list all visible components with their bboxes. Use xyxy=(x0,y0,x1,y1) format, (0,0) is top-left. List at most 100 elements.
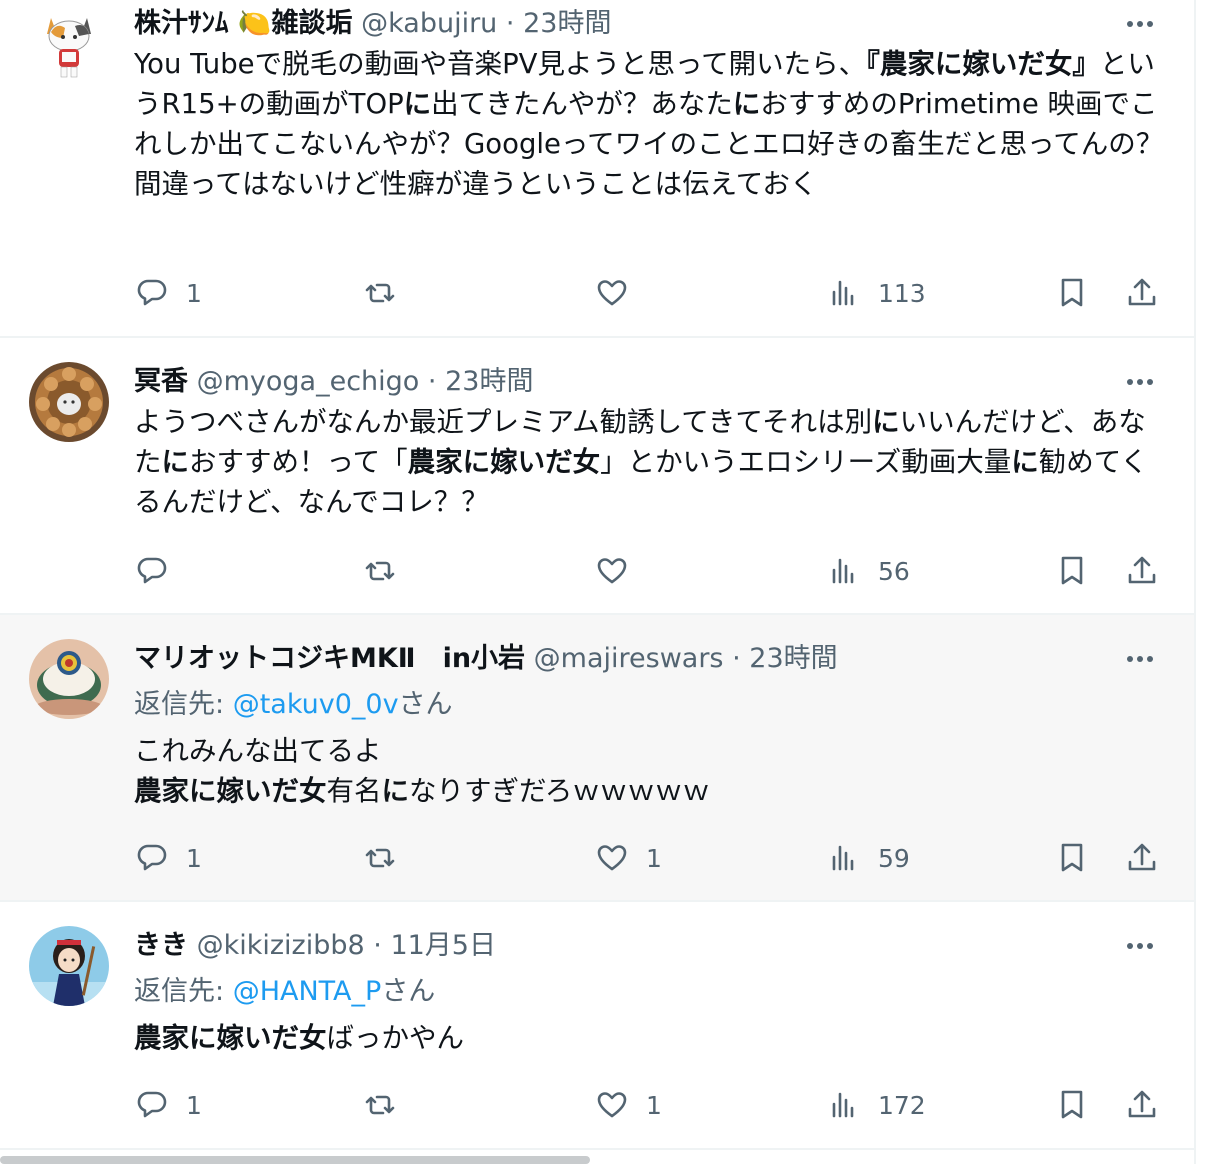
more-dots-icon[interactable] xyxy=(1122,364,1158,400)
text-segment: ばっかやん xyxy=(326,1022,465,1054)
more-dots-icon[interactable] xyxy=(1122,641,1158,677)
reply-button[interactable]: 1 xyxy=(134,1080,202,1130)
like-button[interactable] xyxy=(594,546,646,596)
share-button[interactable] xyxy=(1124,268,1160,318)
display-name[interactable]: きき xyxy=(134,930,188,961)
user-handle[interactable]: @kikizizibb8 xyxy=(197,930,365,961)
views-bar-chart-icon xyxy=(826,840,862,876)
like-count: 1 xyxy=(646,1090,662,1120)
tweet-actions: 1 1 172 xyxy=(134,1080,1164,1130)
text-segment: ようつべさんがなんか最近プレミアム勧誘してきてそれは別 xyxy=(134,406,873,438)
timestamp[interactable]: 11月5日 xyxy=(390,930,496,961)
views-button[interactable]: 56 xyxy=(826,546,910,596)
share-button[interactable] xyxy=(1124,1080,1160,1130)
bold-text: に xyxy=(381,775,410,807)
reply-count: 1 xyxy=(186,278,202,308)
avatar[interactable] xyxy=(29,639,109,719)
reply-context: 返信先: @HANTA_Pさん xyxy=(134,972,1164,1012)
bookmark-icon xyxy=(1054,275,1090,311)
bold-text: に xyxy=(872,406,900,438)
tweet-header: 冥香 @myoga_echigo · 23時間 xyxy=(134,362,1164,402)
retweet-button[interactable] xyxy=(362,833,414,883)
tweet[interactable]: 株汁ｻﾝﾑ 🍋雑談垢 @kabujiru · 23時間 You Tubeで脱毛の… xyxy=(0,0,1194,338)
tweet-text: 農家に嫁いだ女ばっかやん xyxy=(134,1018,1164,1058)
views-button[interactable]: 172 xyxy=(826,1080,926,1130)
bookmark-button[interactable] xyxy=(1054,1080,1090,1130)
views-button[interactable]: 59 xyxy=(826,833,910,883)
share-upload-icon xyxy=(1124,553,1160,589)
reply-mention-link[interactable]: @HANTA_P xyxy=(233,976,382,1007)
retweet-button[interactable] xyxy=(362,1080,414,1130)
reply-bubble-icon xyxy=(134,275,170,311)
display-name[interactable]: 株汁ｻﾝﾑ 🍋雑談垢 xyxy=(134,8,353,39)
bold-text: 農家に嫁いだ女 xyxy=(407,446,601,478)
retweet-button[interactable] xyxy=(362,268,414,318)
reply-suffix: さん xyxy=(398,689,453,720)
views-button[interactable]: 113 xyxy=(826,268,926,318)
views-count: 113 xyxy=(878,278,926,308)
display-name[interactable]: 冥香 xyxy=(134,366,188,397)
share-upload-icon xyxy=(1124,840,1160,876)
display-name[interactable]: マリオットコジキMKⅡ in小岩 xyxy=(134,643,525,674)
more-dots-icon[interactable] xyxy=(1122,6,1158,42)
reply-button[interactable]: 1 xyxy=(134,833,202,883)
avatar[interactable] xyxy=(29,4,109,84)
avatar[interactable] xyxy=(29,362,109,442)
tweet[interactable]: 冥香 @myoga_echigo · 23時間 ようつべさんがなんか最近プレミア… xyxy=(0,338,1194,615)
user-handle[interactable]: @majireswars xyxy=(534,643,724,674)
tweet-header: きき @kikizizibb8 · 11月5日 xyxy=(134,926,1164,966)
timestamp[interactable]: 23時間 xyxy=(749,643,837,674)
text-segment: You Tubeで脱毛の動画や音楽PV見ようと思って開いたら、 xyxy=(134,48,867,80)
tweet[interactable]: きき @kikizizibb8 · 11月5日 返信先: @HANTA_Pさん … xyxy=(0,902,1194,1150)
bookmark-icon xyxy=(1054,1087,1090,1123)
reply-bubble-icon xyxy=(134,1087,170,1123)
tweet[interactable]: マリオットコジキMKⅡ in小岩 @majireswars · 23時間 返信先… xyxy=(0,615,1194,902)
text-segment: これみんな出てるよ xyxy=(134,735,382,767)
retweet-arrows-icon xyxy=(362,1087,398,1123)
reply-button[interactable] xyxy=(134,546,186,596)
horizontal-scrollbar[interactable] xyxy=(0,1156,590,1164)
bookmark-button[interactable] xyxy=(1054,268,1090,318)
timestamp[interactable]: 23時間 xyxy=(445,366,533,397)
like-button[interactable]: 1 xyxy=(594,1080,662,1130)
tweet-text: You Tubeで脱毛の動画や音楽PV見ようと思って開いたら、『農家に嫁いだ女』… xyxy=(134,44,1164,204)
separator-dot: · xyxy=(732,643,741,674)
tweet-actions: 1 113 xyxy=(134,268,1164,318)
retweet-arrows-icon xyxy=(362,840,398,876)
bold-text: に xyxy=(403,88,432,120)
bold-text: に xyxy=(161,446,190,478)
views-bar-chart-icon xyxy=(826,275,862,311)
reply-button[interactable]: 1 xyxy=(134,268,202,318)
user-handle[interactable]: @myoga_echigo xyxy=(197,366,420,397)
separator-dot: · xyxy=(427,366,437,397)
bold-text: 『農家に嫁いだ女』 xyxy=(866,48,1100,80)
retweet-button[interactable] xyxy=(362,546,414,596)
views-bar-chart-icon xyxy=(826,1087,862,1123)
timeline-feed: 株汁ｻﾝﾑ 🍋雑談垢 @kabujiru · 23時間 You Tubeで脱毛の… xyxy=(0,0,1196,1164)
views-count: 59 xyxy=(878,843,910,873)
share-button[interactable] xyxy=(1124,546,1160,596)
bookmark-button[interactable] xyxy=(1054,833,1090,883)
separator-dot: · xyxy=(505,8,515,39)
like-button[interactable]: 1 xyxy=(594,833,662,883)
bookmark-button[interactable] xyxy=(1054,546,1090,596)
share-upload-icon xyxy=(1124,1087,1160,1123)
text-segment: おすすめ！って「 xyxy=(189,446,408,478)
bookmark-icon xyxy=(1054,553,1090,589)
reply-count: 1 xyxy=(186,843,202,873)
text-segment: 」とかいうエロシリーズ動画大量 xyxy=(600,446,1012,478)
views-bar-chart-icon xyxy=(826,553,862,589)
avatar[interactable] xyxy=(29,926,109,1006)
reply-suffix: さん xyxy=(381,976,436,1007)
share-upload-icon xyxy=(1124,275,1160,311)
more-dots-icon[interactable] xyxy=(1122,928,1158,964)
reply-context: 返信先: @takuv0_0vさん xyxy=(134,685,1164,725)
timestamp[interactable]: 23時間 xyxy=(523,8,611,39)
share-button[interactable] xyxy=(1124,833,1160,883)
user-handle[interactable]: @kabujiru xyxy=(361,8,497,39)
reply-bubble-icon xyxy=(134,840,170,876)
reply-mention-link[interactable]: @takuv0_0v xyxy=(233,689,399,720)
like-button[interactable] xyxy=(594,268,646,318)
text-segment: 出てきたんやが？あなた xyxy=(431,88,733,120)
tweet-actions: 56 xyxy=(134,546,1164,596)
